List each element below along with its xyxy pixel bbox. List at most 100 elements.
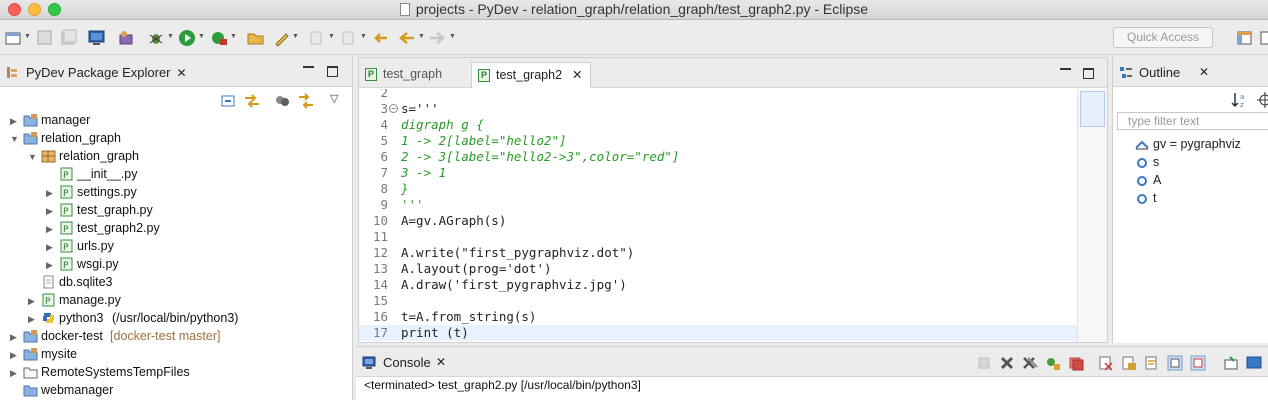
maximize-icon[interactable]: [327, 66, 338, 77]
clear-console-icon[interactable]: [1098, 355, 1114, 371]
tree-item-settings-py[interactable]: ▶ P settings.py: [0, 184, 353, 202]
outline-filter-input[interactable]: type filter text: [1117, 112, 1268, 130]
run-icon[interactable]: [178, 29, 196, 47]
collapse-all-icon[interactable]: [221, 91, 237, 111]
pydev-perspective-icon[interactable]: [1260, 29, 1268, 47]
python-file-icon: P: [60, 239, 73, 253]
project-folder-icon: [23, 348, 38, 361]
code-line: 12 A.write("first_pygraphviz.dot"): [372, 245, 635, 260]
tree-item-webmanager[interactable]: webmanager: [0, 382, 353, 400]
close-icon[interactable]: ✕: [1199, 65, 1209, 79]
tree-item-manager[interactable]: ▶ manager: [0, 112, 353, 130]
terminal-icon[interactable]: [88, 29, 106, 47]
tab-test-graph2[interactable]: P test_graph2 ✕: [471, 62, 591, 88]
tree-item-relation-graph-package[interactable]: ▼ relation_graph: [0, 148, 353, 166]
run-dropdown-icon[interactable]: ▼: [198, 33, 205, 40]
pin-icon[interactable]: [1223, 355, 1239, 371]
word-wrap-icon[interactable]: [1144, 355, 1160, 371]
last-edit-icon[interactable]: [372, 29, 390, 47]
expand-arrow-icon[interactable]: ▶: [46, 188, 53, 199]
tree-item-wsgi-py[interactable]: ▶ P wsgi.py: [0, 256, 353, 274]
close-tab-icon[interactable]: ✕: [572, 63, 582, 87]
terminate-icon[interactable]: [976, 355, 992, 371]
tree-item-remote-systems-temp-files[interactable]: ▶ RemoteSystemsTempFiles: [0, 364, 353, 382]
remove-all-terminated-icon[interactable]: [1022, 355, 1038, 371]
expand-arrow-icon[interactable]: ▶: [28, 314, 35, 325]
collapse-arrow-icon[interactable]: ▼: [28, 152, 37, 162]
back-dropdown-icon[interactable]: ▼: [418, 33, 425, 40]
tree-item-init-py[interactable]: P __init__.py: [0, 166, 353, 184]
code-line: 73 -> 1: [380, 165, 447, 180]
minimize-icon[interactable]: [1060, 68, 1071, 70]
expand-arrow-icon[interactable]: ▶: [46, 242, 53, 253]
tree-item-mysite[interactable]: ▶ mysite: [0, 346, 353, 364]
project-folder-icon: [23, 132, 38, 145]
tree-item-db-sqlite3[interactable]: db.sqlite3: [0, 274, 353, 292]
edit-pen-icon[interactable]: [273, 29, 291, 47]
expand-arrow-icon[interactable]: ▶: [10, 368, 17, 379]
toggle-view-icon[interactable]: [297, 91, 315, 111]
tree-item-python3-interpreter[interactable]: ▶ python3 (/usr/local/bin/python3): [0, 310, 353, 328]
prev-annotation-dropdown-icon[interactable]: ▼: [360, 33, 367, 40]
package-explorer-tab[interactable]: PyDev Package Explorer ✕: [6, 65, 187, 80]
overview-thumb[interactable]: [1080, 91, 1105, 127]
tree-item-test-graph-py[interactable]: ▶ P test_graph.py: [0, 202, 353, 220]
open-perspective-icon[interactable]: [1236, 29, 1254, 47]
view-menu-icon[interactable]: ▽: [330, 92, 338, 105]
close-icon[interactable]: ✕: [436, 355, 446, 369]
main-toolbar: ▼ ▼ ▼ ▼ ▼ ▼ ▼ ▼ ▼ Quick Access: [0, 21, 1268, 55]
tree-item-manage-py[interactable]: ▶ P manage.py: [0, 292, 353, 310]
prev-annotation-icon[interactable]: [340, 29, 358, 47]
pin-console-icon[interactable]: [1045, 355, 1061, 371]
filter-icon[interactable]: [273, 91, 291, 111]
forward-icon[interactable]: [428, 29, 446, 47]
editor-overview-ruler[interactable]: [1077, 89, 1107, 342]
tree-item-test-graph2-py[interactable]: ▶ P test_graph2.py: [0, 220, 353, 238]
package-explorer-panel: PyDev Package Explorer ✕ ▽ ▶ manager ▼ re…: [0, 57, 353, 400]
expand-arrow-icon[interactable]: ▶: [46, 260, 53, 271]
show-on-stderr-icon[interactable]: [1190, 355, 1206, 371]
close-icon[interactable]: ✕: [177, 66, 187, 80]
code-area[interactable]: 2 3− s=''' 4 digraph g { 51 -> 2[label="he…: [359, 89, 1077, 342]
quick-access-input[interactable]: Quick Access: [1113, 27, 1213, 48]
expand-arrow-icon[interactable]: ▶: [46, 224, 53, 235]
code-line: 15: [372, 293, 388, 308]
collapse-arrow-icon[interactable]: ▼: [10, 134, 19, 144]
expand-arrow-icon[interactable]: ▶: [10, 116, 17, 127]
expand-arrow-icon[interactable]: ▶: [10, 332, 17, 343]
tree-item-relation-graph-project[interactable]: ▼ relation_graph: [0, 130, 353, 148]
maximize-icon[interactable]: [1083, 68, 1094, 79]
save-icon[interactable]: [36, 29, 54, 47]
fold-toggle-icon[interactable]: −: [389, 104, 398, 113]
coverage-icon[interactable]: [117, 29, 135, 47]
expand-arrow-icon[interactable]: ▶: [46, 206, 53, 217]
debug-dropdown-icon[interactable]: ▼: [167, 33, 174, 40]
tab-test-graph[interactable]: P test_graph: [359, 62, 467, 88]
tree-item-docker-test[interactable]: ▶ docker-test [docker-test master]: [0, 328, 353, 346]
edit-dropdown-icon[interactable]: ▼: [292, 33, 299, 40]
external-tools-dropdown-icon[interactable]: ▼: [230, 33, 237, 40]
link-with-editor-icon[interactable]: [243, 91, 261, 111]
next-annotation-dropdown-icon[interactable]: ▼: [328, 33, 335, 40]
sort-az-icon[interactable]: az: [1231, 91, 1249, 109]
remove-launch-icon[interactable]: [999, 355, 1015, 371]
scroll-lock-icon[interactable]: [1121, 355, 1137, 371]
back-icon[interactable]: [398, 29, 416, 47]
forward-dropdown-icon[interactable]: ▼: [449, 33, 456, 40]
save-all-icon[interactable]: [60, 29, 78, 47]
minimize-icon[interactable]: [303, 66, 314, 68]
debug-icon[interactable]: [147, 29, 165, 47]
import-icon: [1135, 140, 1149, 150]
expand-arrow-icon[interactable]: ▶: [28, 296, 35, 307]
display-console-icon[interactable]: [1246, 355, 1262, 371]
tree-item-urls-py[interactable]: ▶ P urls.py: [0, 238, 353, 256]
next-annotation-icon[interactable]: [308, 29, 326, 47]
expand-arrow-icon[interactable]: ▶: [10, 350, 17, 361]
show-on-stdout-icon[interactable]: [1167, 355, 1183, 371]
focus-icon[interactable]: [1256, 91, 1268, 109]
open-folder-icon[interactable]: [247, 29, 265, 47]
new-dropdown-icon[interactable]: ▼: [24, 33, 31, 40]
external-tools-icon[interactable]: [210, 29, 228, 47]
new-console-icon[interactable]: [1068, 355, 1084, 371]
new-icon[interactable]: [5, 29, 23, 47]
